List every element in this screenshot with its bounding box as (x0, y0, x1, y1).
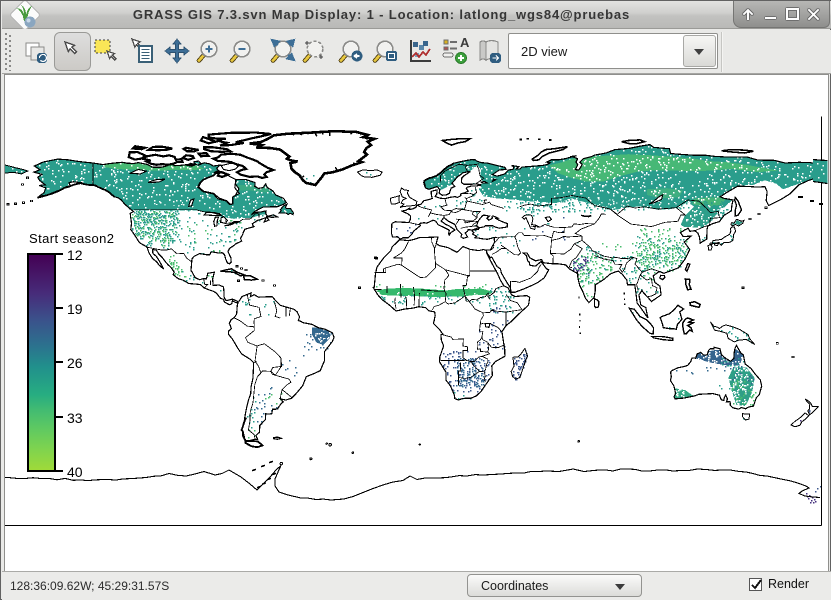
svg-text:A: A (460, 35, 470, 50)
